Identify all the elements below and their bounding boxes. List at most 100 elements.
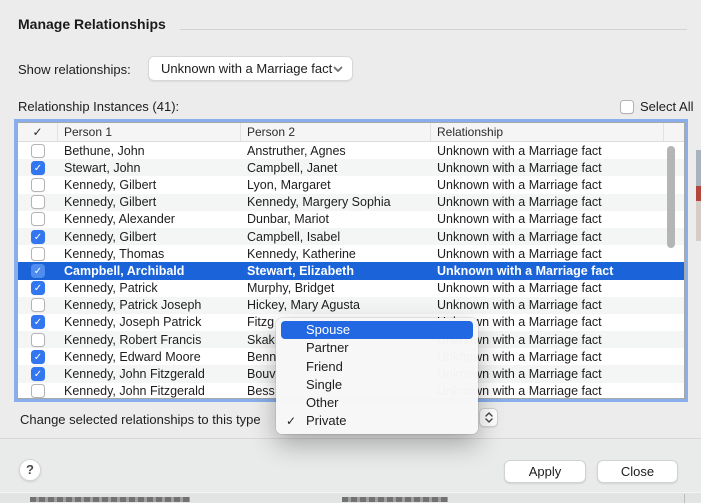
- title-divider: [180, 29, 687, 30]
- person2-cell: Campbell, Janet: [241, 161, 431, 175]
- relationship-cell: Unknown with a Marriage fact: [431, 264, 684, 278]
- row-checkbox[interactable]: [31, 212, 45, 226]
- table-row[interactable]: Kennedy, GilbertKennedy, Margery SophiaU…: [18, 194, 684, 211]
- table-row[interactable]: Kennedy, PatrickMurphy, BridgetUnknown w…: [18, 280, 684, 297]
- row-checkbox[interactable]: [31, 195, 45, 209]
- help-button[interactable]: ?: [19, 459, 41, 481]
- row-checkbox-cell: [18, 298, 58, 312]
- close-button[interactable]: Close: [597, 460, 678, 483]
- row-checkbox[interactable]: [31, 384, 45, 398]
- menu-item-single[interactable]: Single: [276, 376, 478, 394]
- show-relationships-dropdown[interactable]: Unknown with a Marriage fact: [148, 56, 353, 81]
- row-checkbox[interactable]: [31, 264, 45, 278]
- row-checkbox-cell: [18, 384, 58, 398]
- show-relationships-label: Show relationships:: [18, 62, 131, 77]
- select-all-checkbox[interactable]: [620, 100, 634, 114]
- person1-cell: Kennedy, Gilbert: [58, 230, 241, 244]
- column-header-spacer: [664, 123, 684, 141]
- row-checkbox-cell: [18, 178, 58, 192]
- person2-cell: Hickey, Mary Agusta: [241, 298, 431, 312]
- chevron-up-icon: [485, 412, 493, 417]
- row-checkbox[interactable]: [31, 230, 45, 244]
- relationship-cell: Unknown with a Marriage fact: [431, 230, 684, 244]
- table-row[interactable]: Kennedy, GilbertLyon, MargaretUnknown wi…: [18, 176, 684, 193]
- checkmark-icon: ✓: [286, 412, 296, 430]
- relationship-cell: Unknown with a Marriage fact: [431, 178, 684, 192]
- person2-cell: Stewart, Elizabeth: [241, 264, 431, 278]
- person1-cell: Kennedy, John Fitzgerald: [58, 367, 241, 381]
- row-checkbox[interactable]: [31, 178, 45, 192]
- type-popup-stepper[interactable]: [479, 408, 498, 427]
- table-row[interactable]: Kennedy, ThomasKennedy, KatherineUnknown…: [18, 245, 684, 262]
- menu-item-label: Partner: [306, 340, 349, 355]
- row-checkbox[interactable]: [31, 367, 45, 381]
- menu-item-label: Other: [306, 395, 339, 410]
- person1-cell: Kennedy, Gilbert: [58, 195, 241, 209]
- person1-cell: Kennedy, Edward Moore: [58, 350, 241, 364]
- menu-item-label: Single: [306, 377, 342, 392]
- person2-cell: Anstruther, Agnes: [241, 144, 431, 158]
- menu-item-private[interactable]: ✓ Private: [276, 412, 478, 430]
- row-checkbox-cell: [18, 212, 58, 226]
- column-header-person2[interactable]: Person 2: [241, 123, 431, 141]
- relationship-type-menu: SpousePartner FriendSingle Other ✓ Private: [276, 318, 478, 434]
- relationship-cell: Unknown with a Marriage fact: [431, 212, 684, 226]
- person2-cell: Murphy, Bridget: [241, 281, 431, 295]
- row-checkbox-cell: [18, 161, 58, 175]
- row-checkbox[interactable]: [31, 281, 45, 295]
- row-checkbox[interactable]: [31, 350, 45, 364]
- menu-item-spouse[interactable]: Spouse: [281, 321, 473, 339]
- manage-relationships-dialog: Manage Relationships Show relationships:…: [0, 0, 701, 492]
- menu-item-friend[interactable]: Friend: [276, 358, 478, 376]
- vertical-scrollbar[interactable]: [667, 146, 675, 248]
- person1-cell: Campbell, Archibald: [58, 264, 241, 278]
- table-row[interactable]: Kennedy, Patrick JosephHickey, Mary Agus…: [18, 297, 684, 314]
- person1-cell: Kennedy, Alexander: [58, 212, 241, 226]
- column-header-checked[interactable]: ✓: [18, 123, 58, 141]
- table-row[interactable]: Bethune, JohnAnstruther, AgnesUnknown wi…: [18, 142, 684, 159]
- row-checkbox-cell: [18, 333, 58, 347]
- apply-button[interactable]: Apply: [504, 460, 586, 483]
- table-row[interactable]: Campbell, ArchibaldStewart, ElizabethUnk…: [18, 262, 684, 279]
- column-header-person1[interactable]: Person 1: [58, 123, 241, 141]
- menu-item-other[interactable]: Other: [276, 394, 478, 412]
- table-row[interactable]: Kennedy, GilbertCampbell, IsabelUnknown …: [18, 228, 684, 245]
- relationship-cell: Unknown with a Marriage fact: [431, 247, 684, 261]
- table-header: ✓ Person 1 Person 2 Relationship: [18, 123, 684, 142]
- row-checkbox-cell: [18, 315, 58, 329]
- row-checkbox-cell: [18, 367, 58, 381]
- dialog-title: Manage Relationships: [18, 16, 166, 32]
- person2-cell: Kennedy, Katherine: [241, 247, 431, 261]
- table-row[interactable]: Kennedy, AlexanderDunbar, MariotUnknown …: [18, 211, 684, 228]
- relationship-cell: Unknown with a Marriage fact: [431, 161, 684, 175]
- column-header-relationship[interactable]: Relationship: [431, 123, 664, 141]
- row-checkbox[interactable]: [31, 298, 45, 312]
- person2-cell: Campbell, Isabel: [241, 230, 431, 244]
- background-text-fragment: [342, 497, 448, 502]
- person2-cell: Lyon, Margaret: [241, 178, 431, 192]
- person2-cell: Dunbar, Mariot: [241, 212, 431, 226]
- row-checkbox[interactable]: [31, 333, 45, 347]
- row-checkbox-cell: [18, 230, 58, 244]
- row-checkbox[interactable]: [31, 144, 45, 158]
- background-window-edge: [696, 201, 701, 241]
- row-checkbox[interactable]: [31, 161, 45, 175]
- row-checkbox-cell: [18, 195, 58, 209]
- row-checkbox-cell: [18, 281, 58, 295]
- row-checkbox[interactable]: [31, 247, 45, 261]
- instances-count-label: Relationship Instances (41):: [18, 99, 179, 114]
- relationship-cell: Unknown with a Marriage fact: [431, 281, 684, 295]
- chevron-down-icon: [333, 66, 343, 73]
- row-checkbox-cell: [18, 247, 58, 261]
- change-type-label: Change selected relationships to this ty…: [20, 412, 261, 427]
- menu-item-label: Private: [306, 413, 346, 428]
- person1-cell: Kennedy, Gilbert: [58, 178, 241, 192]
- table-row[interactable]: Stewart, JohnCampbell, JanetUnknown with…: [18, 159, 684, 176]
- select-all-control[interactable]: Select All: [620, 99, 693, 114]
- background-window-edge-red: [696, 186, 701, 201]
- menu-item-partner[interactable]: Partner: [276, 339, 478, 357]
- background-window-edge: [696, 150, 701, 186]
- select-all-label: Select All: [640, 99, 693, 114]
- person1-cell: Kennedy, Patrick: [58, 281, 241, 295]
- row-checkbox[interactable]: [31, 315, 45, 329]
